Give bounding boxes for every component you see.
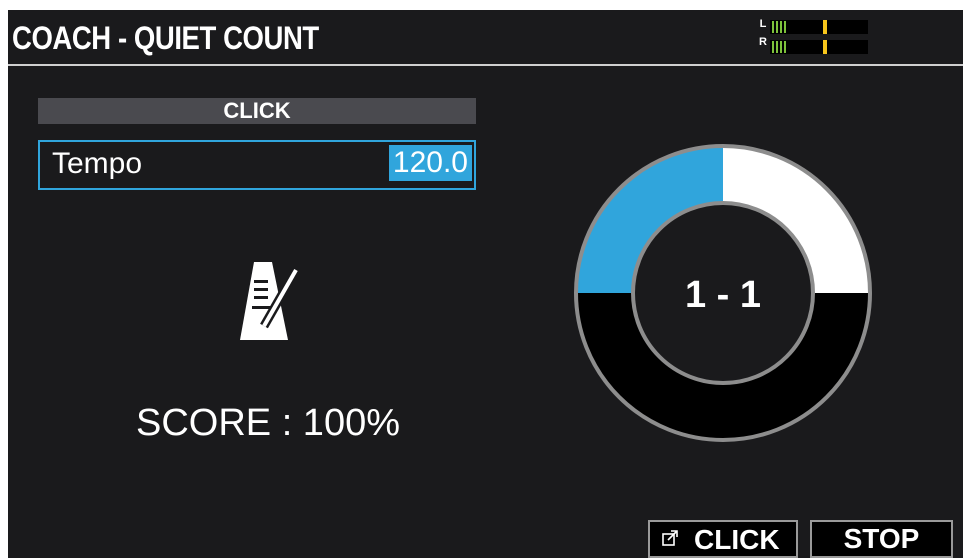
meter-left-label: L <box>759 18 767 30</box>
metronome-icon <box>240 262 300 340</box>
external-link-icon <box>662 530 678 546</box>
click-button-label: CLICK <box>694 524 780 555</box>
meter-left-segment <box>776 21 778 33</box>
screen-title: COACH - QUIET COUNT <box>12 20 319 56</box>
meter-right-segment <box>776 41 778 53</box>
section-header-click: CLICK <box>38 98 476 124</box>
meter-right-segment <box>784 41 786 53</box>
stop-button[interactable]: STOP <box>810 520 953 558</box>
measure-count: 1 - 1 <box>684 274 762 316</box>
meter-right-track <box>770 40 868 54</box>
tempo-label: Tempo <box>52 147 143 180</box>
click-button[interactable]: CLICK <box>648 520 798 558</box>
meter-right-label: R <box>759 36 767 48</box>
meter-left-track <box>770 20 868 34</box>
meter-right-peak <box>823 40 827 54</box>
meter-left-segment <box>780 21 782 33</box>
meter-right-segment <box>772 41 774 53</box>
meter-left-peak <box>823 20 827 34</box>
meter-right-segment <box>780 41 782 53</box>
score-display: SCORE : 100% <box>136 402 400 444</box>
meter-left-segment <box>784 21 786 33</box>
level-meter: L R <box>758 18 878 58</box>
tempo-value[interactable]: 120.0 <box>388 145 472 181</box>
meter-left-segment <box>772 21 774 33</box>
tempo-parameter[interactable]: Tempo 120.0 <box>38 140 476 190</box>
title-divider <box>8 64 963 66</box>
device-screen: COACH - QUIET COUNT L R CLICK Tempo 120.… <box>8 10 963 558</box>
